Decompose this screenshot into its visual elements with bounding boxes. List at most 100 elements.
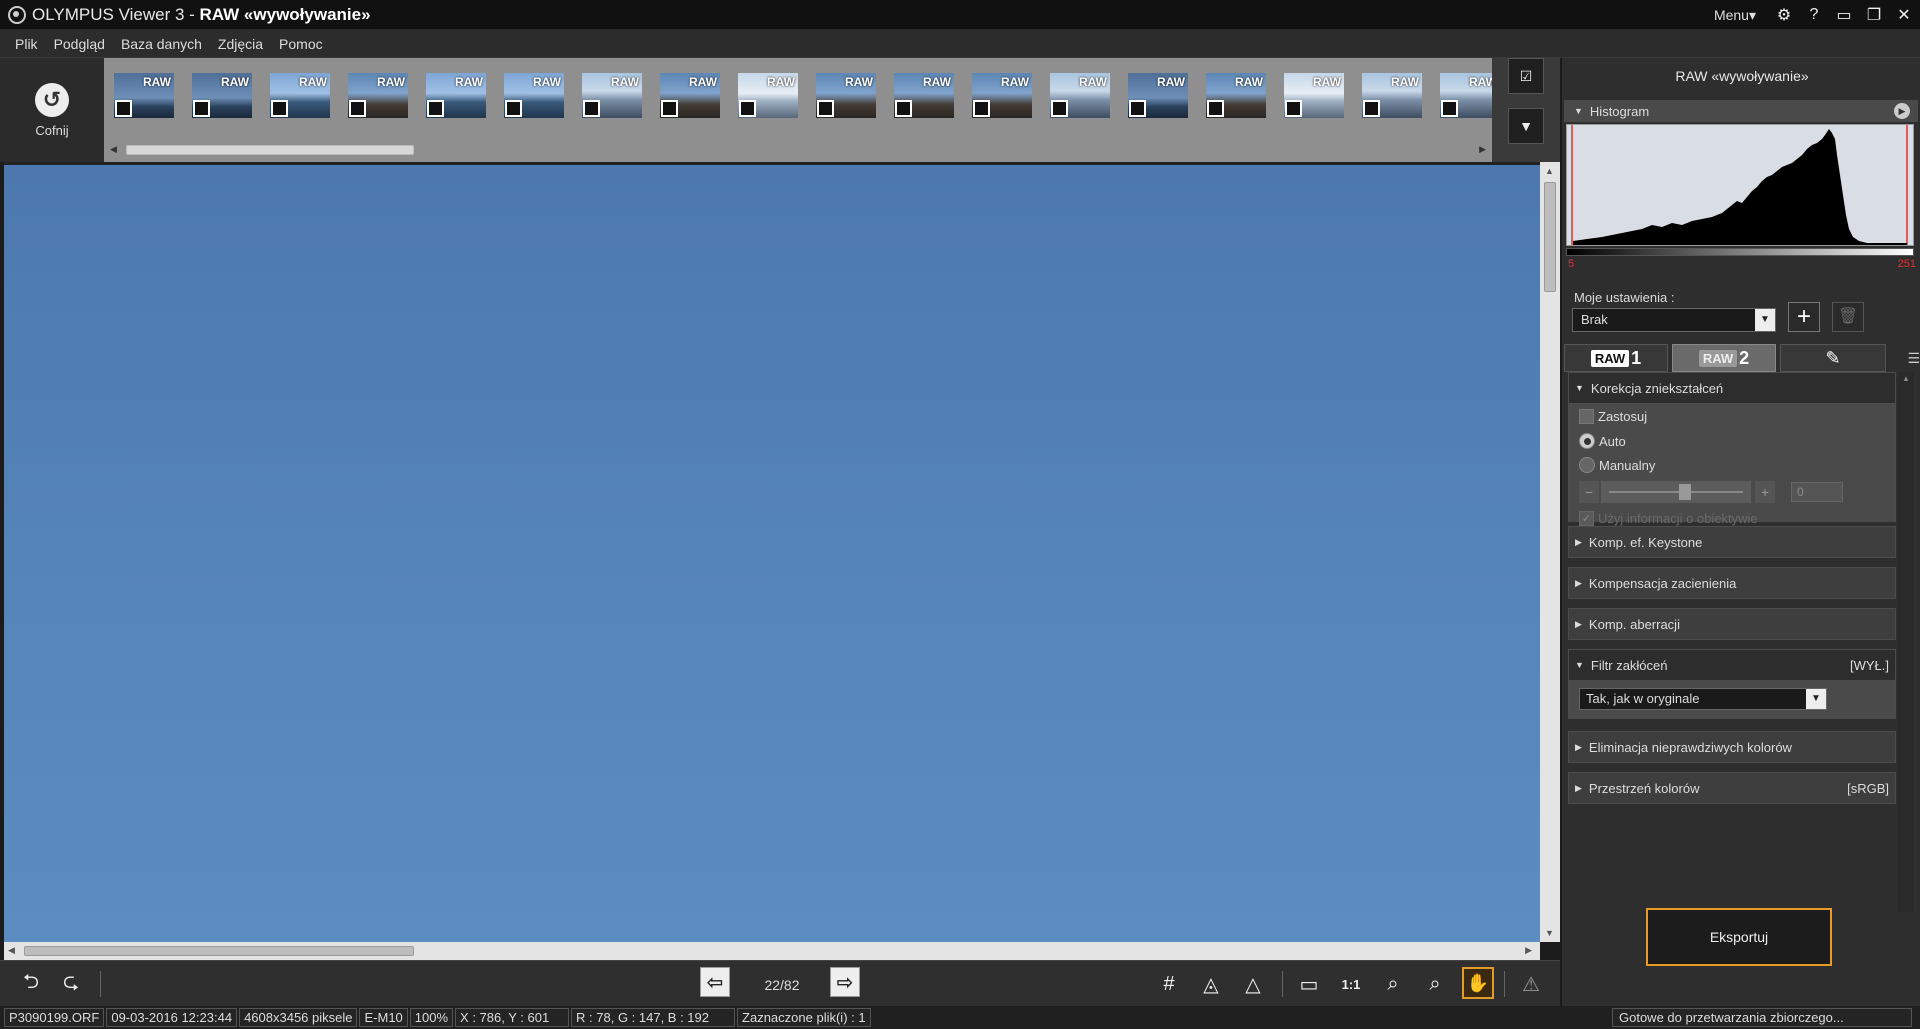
menu-baza-danych[interactable]: Baza danych bbox=[118, 34, 205, 54]
thumbnail-item[interactable]: RAW bbox=[426, 73, 486, 118]
menu-plik[interactable]: Plik bbox=[12, 34, 41, 54]
checklist-icon[interactable]: ☑ bbox=[1508, 58, 1544, 94]
section-keystone[interactable]: ▶ Komp. ef. Keystone bbox=[1568, 526, 1896, 558]
section-noise-header[interactable]: ▼ Filtr zakłóceń [WYŁ.] bbox=[1569, 650, 1895, 680]
scroll-right-icon[interactable]: ▶ bbox=[1479, 144, 1486, 155]
export-button[interactable]: Eksportuj bbox=[1646, 908, 1832, 966]
thumbnail-item[interactable]: RAW bbox=[1362, 73, 1422, 118]
thumbnail-checkbox[interactable] bbox=[271, 100, 288, 117]
thumbnail-item[interactable]: RAW bbox=[1206, 73, 1266, 118]
thumbnail-checkbox[interactable] bbox=[193, 100, 210, 117]
noise-dropdown-icon[interactable]: ▼ bbox=[1806, 689, 1826, 709]
hand-tool-icon[interactable]: ✋ bbox=[1462, 967, 1494, 999]
tab-list-icon[interactable]: ☰ bbox=[1907, 350, 1920, 367]
add-preset-button[interactable]: + bbox=[1788, 302, 1820, 332]
thumbnail-scroll-thumb[interactable] bbox=[126, 145, 414, 155]
actual-size-icon[interactable]: 1:1 bbox=[1336, 969, 1366, 999]
apply-checkbox[interactable] bbox=[1579, 409, 1594, 424]
panel-scrollbar[interactable]: ▲ bbox=[1898, 372, 1914, 912]
rotate-right-icon[interactable]: ⮎ bbox=[56, 969, 86, 999]
section-false-color[interactable]: ▶ Eliminacja nieprawdziwych kolorów bbox=[1568, 731, 1896, 763]
grid-icon[interactable]: # bbox=[1154, 969, 1184, 999]
panel-scroll-up-icon[interactable]: ▲ bbox=[1902, 374, 1910, 383]
thumbnail-checkbox[interactable] bbox=[1441, 100, 1458, 117]
tab-raw-1[interactable]: RAW 1 bbox=[1564, 344, 1668, 372]
thumbnail-item[interactable]: RAW bbox=[1050, 73, 1110, 118]
scroll-up-icon[interactable]: ▲ bbox=[1545, 166, 1554, 176]
tab-edit[interactable]: ✎ bbox=[1780, 344, 1886, 372]
thumbnail-item[interactable]: RAW bbox=[1128, 73, 1188, 118]
noise-filter-select[interactable]: Tak, jak w oryginale ▼ bbox=[1579, 688, 1827, 710]
menu-dropdown[interactable]: Menu▾ bbox=[1714, 7, 1756, 24]
thumbnail-item[interactable]: RAW bbox=[894, 73, 954, 118]
slider-minus-icon[interactable]: − bbox=[1579, 481, 1599, 503]
warning-icon[interactable]: ⚠ bbox=[1516, 969, 1546, 999]
thumbnail-checkbox[interactable] bbox=[895, 100, 912, 117]
thumbnail-checkbox[interactable] bbox=[1285, 100, 1302, 117]
fit-screen-icon[interactable]: ▭ bbox=[1294, 969, 1324, 999]
thumbnail-item[interactable]: RAW bbox=[192, 73, 252, 118]
scroll-down-icon[interactable]: ▼ bbox=[1545, 928, 1554, 938]
thumbnail-checkbox[interactable] bbox=[583, 100, 600, 117]
thumbnail-checkbox[interactable] bbox=[1363, 100, 1380, 117]
manual-radio-row[interactable]: Manualny bbox=[1579, 457, 1655, 473]
settings-gear-icon[interactable]: ⚙ bbox=[1774, 5, 1794, 25]
viewer-vscroll-thumb[interactable] bbox=[1544, 182, 1556, 292]
highlight-warning-icon[interactable]: ◬ bbox=[1196, 969, 1226, 999]
thumbnail-item[interactable]: RAW bbox=[972, 73, 1032, 118]
shadow-warning-icon[interactable]: △ bbox=[1238, 969, 1268, 999]
thumbnail-checkbox[interactable] bbox=[817, 100, 834, 117]
strip-dropdown-icon[interactable]: ▼ bbox=[1508, 108, 1544, 144]
slider-knob[interactable] bbox=[1679, 484, 1691, 500]
section-color-space-header[interactable]: ▶ Przestrzeń kolorów [sRGB] bbox=[1569, 773, 1895, 803]
auto-radio-row[interactable]: Auto bbox=[1579, 433, 1626, 449]
thumbnail-item[interactable]: RAW bbox=[1284, 73, 1344, 118]
menu-zdjecia[interactable]: Zdjęcia bbox=[215, 34, 266, 54]
manual-radio[interactable] bbox=[1579, 457, 1595, 473]
tab-raw-2[interactable]: RAW 2 bbox=[1672, 344, 1776, 372]
zoom-out-icon[interactable]: ⌕ bbox=[1420, 969, 1450, 999]
rotate-left-icon[interactable]: ⮌ bbox=[16, 969, 46, 999]
thumbnail-checkbox[interactable] bbox=[1207, 100, 1224, 117]
histogram-play-icon[interactable]: ▶ bbox=[1894, 103, 1910, 119]
section-color-space[interactable]: ▶ Przestrzeń kolorów [sRGB] bbox=[1568, 772, 1896, 804]
thumbnail-checkbox[interactable] bbox=[427, 100, 444, 117]
thumbnail-checkbox[interactable] bbox=[115, 100, 132, 117]
thumbnail-item[interactable]: RAW bbox=[348, 73, 408, 118]
viewer-horizontal-scrollbar[interactable]: ◀ ▶ bbox=[4, 942, 1540, 960]
apply-checkbox-row[interactable]: Zastosuj bbox=[1579, 409, 1647, 424]
viewer-scroll-right-icon[interactable]: ▶ bbox=[1525, 945, 1532, 956]
delete-preset-icon[interactable]: 🗑 bbox=[1832, 302, 1864, 332]
thumbnail-checkbox[interactable] bbox=[973, 100, 990, 117]
thumbnail-checkbox[interactable] bbox=[661, 100, 678, 117]
scroll-left-icon[interactable]: ◀ bbox=[110, 144, 117, 155]
thumbnail-checkbox[interactable] bbox=[1051, 100, 1068, 117]
close-icon[interactable]: ✕ bbox=[1894, 5, 1914, 25]
thumbnail-item[interactable]: RAW bbox=[270, 73, 330, 118]
thumbnail-checkbox[interactable] bbox=[349, 100, 366, 117]
menu-podglad[interactable]: Podgląd bbox=[51, 34, 108, 54]
thumbnail-scrollbar[interactable]: ◀ ▶ bbox=[104, 140, 1492, 160]
viewer-hscroll-thumb[interactable] bbox=[24, 946, 414, 956]
thumbnail-item[interactable]: RAW bbox=[504, 73, 564, 118]
thumbnail-item[interactable]: RAW bbox=[660, 73, 720, 118]
auto-radio[interactable] bbox=[1579, 433, 1595, 449]
thumbnail-item[interactable]: RAW bbox=[582, 73, 642, 118]
image-viewer[interactable] bbox=[4, 162, 1542, 942]
histogram-collapse-icon[interactable]: ▼ bbox=[1574, 106, 1583, 116]
histogram-header[interactable]: ▼ Histogram ▶ bbox=[1564, 100, 1918, 122]
thumbnail-item[interactable]: RAW bbox=[738, 73, 798, 118]
section-keystone-header[interactable]: ▶ Komp. ef. Keystone bbox=[1569, 527, 1895, 557]
section-shading[interactable]: ▶ Kompensacja zacienienia bbox=[1568, 567, 1896, 599]
presets-select[interactable]: Brak ▼ bbox=[1572, 308, 1776, 332]
distortion-slider[interactable] bbox=[1601, 481, 1751, 503]
section-false-color-header[interactable]: ▶ Eliminacja nieprawdziwych kolorów bbox=[1569, 732, 1895, 762]
thumbnail-checkbox[interactable] bbox=[505, 100, 522, 117]
slider-plus-icon[interactable]: + bbox=[1755, 481, 1775, 503]
next-image-button[interactable]: ⇨ bbox=[830, 967, 860, 997]
thumbnail-item[interactable]: RAW bbox=[1440, 73, 1500, 118]
menu-pomoc[interactable]: Pomoc bbox=[276, 34, 326, 54]
section-shading-header[interactable]: ▶ Kompensacja zacienienia bbox=[1569, 568, 1895, 598]
thumbnail-checkbox[interactable] bbox=[1129, 100, 1146, 117]
section-aberration[interactable]: ▶ Komp. aberracji bbox=[1568, 608, 1896, 640]
